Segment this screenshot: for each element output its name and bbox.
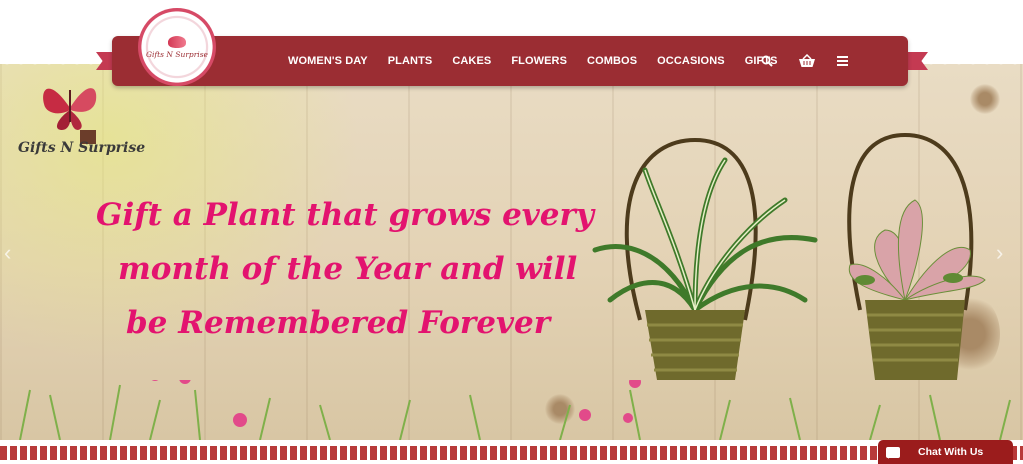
pink-plant-basket-image — [847, 132, 986, 380]
nav-links: WOMEN'S DAY PLANTS CAKES FLOWERS COMBOS … — [288, 36, 778, 86]
brand-logo-inner: Gifts N Surprise — [146, 21, 208, 73]
brand-seal-text: Gifts N Surprise — [146, 49, 208, 59]
wood-knot — [970, 84, 1000, 114]
nav-item-plants[interactable]: PLANTS — [388, 55, 433, 67]
butterfly-icon — [43, 88, 97, 130]
border-pattern — [0, 446, 1023, 460]
headline-line-1: Gift a Plant that grows every — [96, 197, 594, 233]
spider-plant-basket-image — [592, 137, 818, 380]
nav-item-combos[interactable]: COMBOS — [587, 55, 637, 67]
chat-bubble-icon — [886, 446, 900, 459]
brand-logo-seal[interactable]: Gifts N Surprise — [138, 8, 216, 86]
butterfly-icon — [168, 35, 186, 48]
nav-item-cakes[interactable]: CAKES — [452, 55, 491, 67]
corner-logo-text: Gifts N Surprise — [18, 140, 146, 156]
menu-icon[interactable] — [836, 56, 848, 66]
chat-widget-button[interactable]: Chat With Us — [878, 440, 1013, 464]
chat-label: Chat With Us — [918, 446, 984, 458]
page: ‹ › Gifts N Surprise Gift a Plant that g… — [0, 0, 1023, 464]
headline-line-3: be Remembered Forever — [126, 305, 551, 341]
bottom-decorative-border — [0, 440, 1023, 464]
nav-item-womens-day[interactable]: WOMEN'S DAY — [288, 55, 368, 67]
slider-next-arrow[interactable]: › — [996, 240, 1003, 266]
nav-item-flowers[interactable]: FLOWERS — [511, 55, 567, 67]
nav-item-occasions[interactable]: OCCASIONS — [657, 55, 725, 67]
nav-icons — [760, 36, 848, 86]
corner-logo: Gifts N Surprise — [18, 78, 158, 178]
headline-line-2: month of the Year and will — [118, 251, 578, 287]
slider-prev-arrow[interactable]: ‹ — [4, 240, 11, 266]
search-icon[interactable] — [760, 55, 774, 67]
cart-basket-icon[interactable] — [798, 54, 816, 68]
hero-headline: Gift a Plant that grows every month of t… — [96, 188, 594, 350]
